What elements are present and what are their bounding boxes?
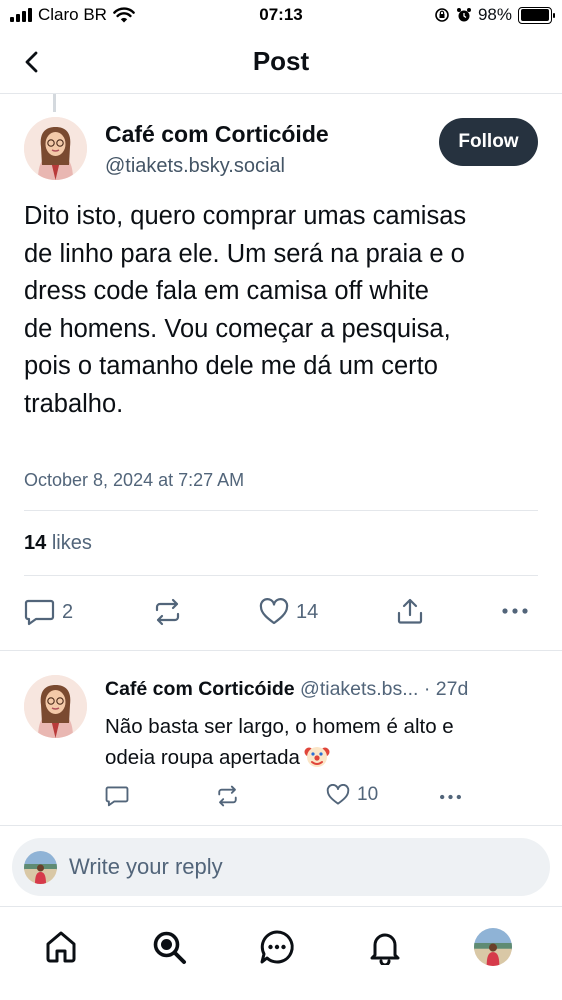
post-author-name[interactable]: Café com Corticóide <box>105 121 329 148</box>
reply-header[interactable]: Café com Corticóide @tiakets.bs... · 27d <box>105 678 468 701</box>
post-actions: 2 14 <box>0 592 562 632</box>
thread-line <box>53 94 56 112</box>
avatar-illustration <box>24 117 87 180</box>
avatar-illustration <box>24 675 87 738</box>
likes-summary[interactable]: 14 likes <box>24 532 92 555</box>
divider <box>0 650 562 651</box>
reply-timestamp: · 27d <box>423 678 469 700</box>
reply-icon <box>24 599 55 626</box>
reply-actions: 10 <box>0 782 562 812</box>
post-text-line: dress code fala em camisa off white <box>24 277 429 305</box>
reply-author-handle: @tiakets.bs... <box>300 678 419 700</box>
header: Post <box>0 32 562 94</box>
divider <box>24 510 538 511</box>
like-button[interactable]: 14 <box>259 598 318 626</box>
search-icon <box>153 931 186 964</box>
notifications-icon <box>370 933 400 965</box>
reply-author-name: Café com Corticóide <box>105 678 295 700</box>
reply-count: 2 <box>62 600 74 623</box>
battery-icon <box>518 6 555 24</box>
more-options-button[interactable] <box>501 599 529 623</box>
post-text-line: trabalho. <box>24 389 124 418</box>
reply-text-line: Não basta ser largo, o homem é alto e <box>105 715 454 738</box>
divider <box>24 575 538 576</box>
battery-fill <box>520 9 549 21</box>
nav-notifications[interactable] <box>365 927 405 967</box>
post-body: Dito isto, quero comprar umas camisas de… <box>24 198 544 423</box>
bottom-nav <box>0 906 562 1000</box>
divider <box>0 825 562 826</box>
ellipsis-icon <box>440 794 461 800</box>
reply-author-avatar[interactable] <box>24 675 87 738</box>
reply-text-line-2: odeia roupa apertada <box>105 742 454 773</box>
reply-icon <box>105 786 129 807</box>
status-bar-right: 98% <box>434 5 555 25</box>
reply-text-line: odeia roupa apertada <box>105 746 300 769</box>
nav-chat[interactable] <box>257 927 297 967</box>
avatar-photo <box>474 928 512 966</box>
clown-face-emoji <box>304 747 330 767</box>
post-text-line: pois o tamanho dele me dá um certo <box>24 352 438 380</box>
reply-like-button[interactable]: 10 <box>326 784 378 806</box>
follow-button[interactable]: Follow <box>439 118 538 166</box>
orientation-lock-icon <box>435 8 449 22</box>
post-text-line: de homens. Vou começar a pesquisa, <box>24 314 451 343</box>
composer-avatar <box>24 850 57 884</box>
heart-icon <box>326 784 350 805</box>
status-bar: Claro BR 07:13 98% <box>0 0 562 32</box>
share-icon <box>397 598 423 624</box>
reply-reply-button[interactable] <box>105 785 129 807</box>
reply-button[interactable]: 2 <box>24 598 73 626</box>
post-author-handle[interactable]: @tiakets.bsky.social <box>105 155 285 178</box>
likes-count: 14 <box>24 532 47 554</box>
post-author-avatar[interactable] <box>24 117 87 180</box>
ellipsis-icon <box>502 608 528 614</box>
reply-composer[interactable]: Write your reply <box>12 838 550 896</box>
profile-avatar <box>474 928 512 966</box>
reply-like-count: 10 <box>357 784 379 805</box>
chat-icon <box>260 930 294 964</box>
post-timestamp: October 8, 2024 at 7:27 AM <box>24 470 245 490</box>
page-title: Post <box>252 46 310 76</box>
repost-button[interactable] <box>153 598 182 626</box>
repost-icon <box>155 598 180 626</box>
alarm-icon <box>456 8 471 22</box>
reply-more-options-button[interactable] <box>437 787 464 807</box>
home-icon <box>46 931 76 963</box>
heart-icon <box>259 598 289 625</box>
composer-placeholder: Write your reply <box>69 854 223 879</box>
avatar-photo <box>24 850 57 884</box>
nav-profile[interactable] <box>473 927 513 967</box>
post-text-line: de linho para ele. Um será na praia e o <box>24 239 465 268</box>
likes-label: likes <box>51 532 92 554</box>
share-button[interactable] <box>396 597 424 625</box>
post-text-line: Dito isto, quero comprar umas camisas <box>24 202 467 230</box>
battery-percent: 98% <box>477 5 512 24</box>
nav-search[interactable] <box>149 927 189 967</box>
reply-body: Não basta ser largo, o homem é alto e od… <box>105 711 454 773</box>
nav-home[interactable] <box>41 927 81 967</box>
reply-repost-button[interactable] <box>216 785 239 807</box>
like-count: 14 <box>296 600 319 623</box>
repost-icon <box>218 785 237 807</box>
